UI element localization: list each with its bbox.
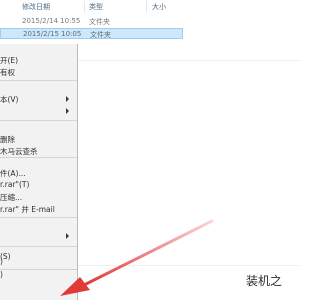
menu-item-label: (S) — [0, 252, 11, 261]
menu-item-label: 删除 — [0, 135, 15, 144]
file-date: 2015/2/15 10:05 — [23, 30, 82, 38]
menu-item-label: r.rar" 并 E-mail — [0, 205, 55, 214]
menu-item-label: r.rar"(T) — [0, 180, 30, 189]
menu-item-add-rar[interactable]: r.rar"(T) — [0, 179, 77, 191]
menu-item-rar-email[interactable]: r.rar" 并 E-mail — [0, 203, 77, 215]
file-explorer-window: 修改日期 类型 大小 2015/2/14 10:55 文件夹 2015/2/15… — [0, 0, 300, 300]
file-type: 文件夹 — [89, 18, 110, 26]
divider — [78, 265, 300, 266]
column-header: 修改日期 类型 大小 — [0, 0, 300, 14]
menu-item-label: 有权 — [0, 68, 15, 77]
column-type[interactable]: 类型 — [89, 2, 103, 12]
menu-item-label: 木马云查杀 — [0, 147, 38, 156]
menu-separator — [0, 120, 77, 121]
submenu-arrow-icon — [66, 108, 69, 114]
menu-item-send-to[interactable] — [0, 230, 77, 242]
menu-item-shortcut[interactable]: (S) — [0, 247, 77, 261]
column-divider[interactable] — [146, 1, 147, 13]
file-date: 2015/2/14 10:55 — [22, 17, 81, 25]
menu-item-trojan-scan[interactable]: 木马云查杀 — [0, 145, 77, 157]
submenu-arrow-icon — [66, 233, 69, 239]
menu-item-open[interactable]: 开(E) — [0, 54, 77, 66]
menu-item-delete[interactable]: 删除 — [0, 133, 77, 145]
menu-item-label: 开(E) — [0, 56, 19, 65]
menu-item-label: ) — [0, 270, 3, 279]
menu-separator — [0, 217, 77, 218]
context-menu: 开(E) 有权 本(V) 删除 木马云查杀 件(A)... r.rar"(T) … — [0, 44, 78, 300]
file-row-selected[interactable]: 2015/2/15 10:05 文件夹 — [0, 28, 183, 39]
menu-item-label: 件(A)... — [0, 169, 26, 178]
menu-item-properties[interactable]: ) — [0, 264, 77, 279]
menu-separator — [0, 80, 77, 81]
file-row[interactable]: 2015/2/14 10:55 文件夹 — [0, 16, 183, 27]
menu-item-version[interactable]: 本(V) — [0, 93, 77, 105]
watermark-logo: 装机之 — [246, 274, 283, 288]
menu-item-submenu[interactable] — [0, 105, 77, 117]
menu-item-label: 压缩... — [0, 193, 23, 202]
divider — [78, 60, 300, 61]
menu-item-label: 本(V) — [0, 95, 19, 104]
column-size[interactable]: 大小 — [152, 2, 166, 12]
menu-item-compress[interactable]: 压缩... — [0, 191, 77, 203]
column-divider[interactable] — [84, 1, 85, 13]
column-date-modified[interactable]: 修改日期 — [22, 2, 50, 12]
menu-separator — [0, 157, 77, 158]
submenu-arrow-icon — [66, 96, 69, 102]
menu-item-permission[interactable]: 有权 — [0, 66, 77, 78]
file-type: 文件夹 — [90, 31, 111, 39]
menu-item-add-archive[interactable]: 件(A)... — [0, 167, 77, 179]
